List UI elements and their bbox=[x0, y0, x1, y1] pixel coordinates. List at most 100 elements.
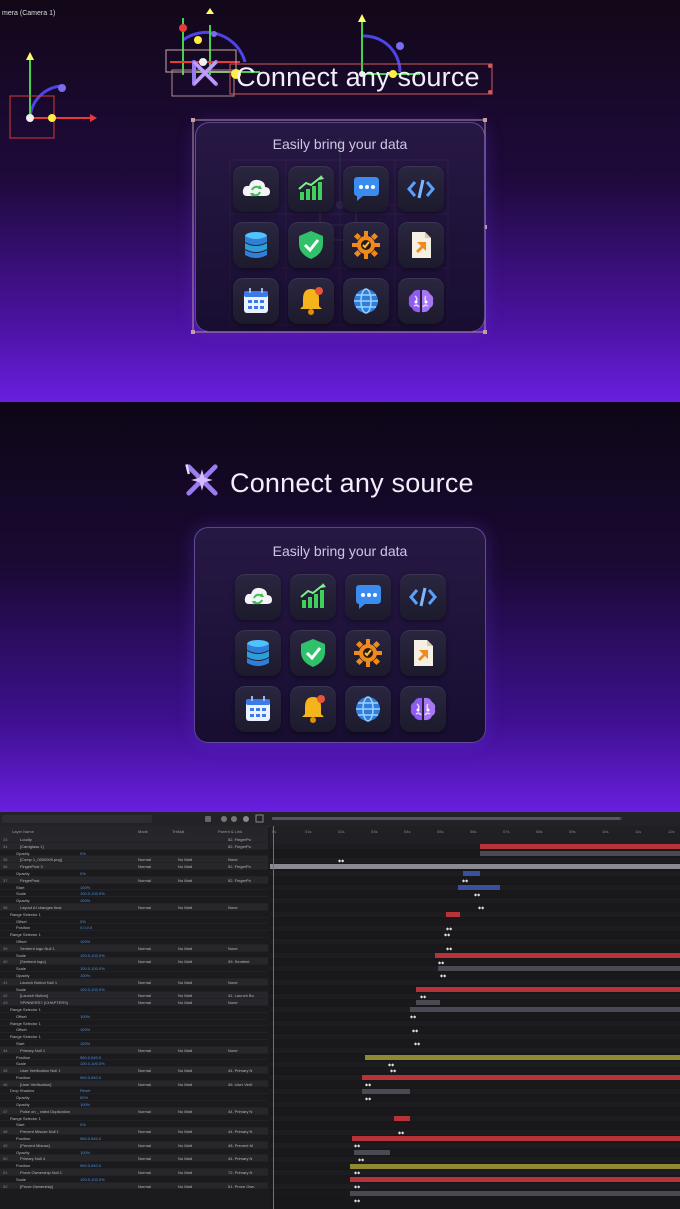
layer-duration-bar[interactable] bbox=[416, 986, 680, 992]
keyframe-marker[interactable]: ◆◆ bbox=[354, 1143, 360, 1148]
property-row[interactable]: Opacity 100% bbox=[0, 1101, 268, 1108]
blend-mode-select[interactable]: Normal bbox=[138, 993, 151, 998]
keyframe-marker[interactable]: ◆◆ bbox=[358, 1157, 364, 1162]
blend-mode-select[interactable]: Normal bbox=[138, 1170, 151, 1175]
blend-mode-select[interactable]: Normal bbox=[138, 1129, 151, 1134]
keyframe-marker[interactable]: ◆◆ bbox=[412, 1028, 418, 1033]
property-value[interactable]: 0% bbox=[80, 1122, 86, 1127]
property-row[interactable]: Range Selector 1 bbox=[0, 1033, 268, 1040]
layer-duration-bar[interactable] bbox=[446, 912, 460, 917]
layer-track[interactable] bbox=[270, 1109, 680, 1115]
property-value[interactable]: 100% bbox=[80, 1150, 90, 1155]
parent-select[interactable]: 39. Sentient bbox=[228, 959, 249, 964]
keyframe-marker[interactable]: ◆◆ bbox=[446, 926, 452, 931]
property-value[interactable]: 100.0,100.0% bbox=[80, 966, 105, 971]
blend-mode-select[interactable]: Normal bbox=[138, 946, 151, 951]
property-value[interactable]: 100% bbox=[80, 1027, 90, 1032]
layer-track[interactable] bbox=[270, 1116, 680, 1121]
track-matte-select[interactable]: No Matt bbox=[178, 1129, 192, 1134]
layer-row[interactable]: 48 Prevent Misuse Null 1 Normal No Matt 44. … bbox=[0, 1128, 268, 1136]
track-matte-select[interactable]: No Matt bbox=[178, 1143, 192, 1148]
layer-row[interactable]: 34 [Cardglass 1] 52. FingerPo bbox=[0, 842, 268, 850]
layer-duration-bar[interactable] bbox=[438, 966, 680, 972]
layer-track[interactable] bbox=[270, 1184, 680, 1189]
property-row[interactable]: Offset 100% bbox=[0, 1013, 268, 1020]
layer-row[interactable]: 40 [Sentient logo] Normal No Matt 39. Sentie… bbox=[0, 958, 268, 966]
keyframe-marker[interactable]: ◆◆ bbox=[414, 1041, 420, 1046]
parent-select[interactable]: None bbox=[228, 980, 238, 985]
layer-duration-bar[interactable] bbox=[354, 1150, 390, 1155]
layer-duration-bar[interactable] bbox=[362, 1088, 410, 1094]
blend-mode-select[interactable]: Normal bbox=[138, 905, 151, 910]
track-matte-select[interactable]: No Matt bbox=[178, 1068, 192, 1073]
blend-mode-select[interactable]: Normal bbox=[138, 980, 151, 985]
property-value[interactable]: 50% bbox=[80, 1095, 88, 1100]
property-value[interactable]: 960.0,540.0 bbox=[80, 1136, 101, 1141]
keyframe-marker[interactable]: ◆◆ bbox=[440, 973, 446, 978]
layer-duration-bar[interactable] bbox=[435, 952, 680, 958]
layer-duration-bar[interactable] bbox=[463, 871, 480, 877]
layer-track[interactable] bbox=[270, 946, 680, 951]
blend-mode-select[interactable]: Normal bbox=[138, 864, 151, 869]
layer-duration-bar[interactable] bbox=[270, 864, 680, 870]
property-row[interactable]: Range Selector 1 bbox=[0, 1115, 268, 1122]
property-row[interactable]: Scale 100.0,100.0% bbox=[0, 952, 268, 959]
timeline-panel[interactable]: Layer Name Mode TrkMat Parent & Link 0s 0… bbox=[0, 812, 680, 1209]
keyframe-marker[interactable]: ◆◆ bbox=[365, 1096, 371, 1101]
layer-track[interactable] bbox=[270, 993, 680, 999]
property-row[interactable]: Scale 100.0,100.0% bbox=[0, 890, 268, 898]
layer-row[interactable]: 47 Pulse on _ rated Duplication Normal No M… bbox=[0, 1107, 268, 1115]
property-value[interactable]: 100% bbox=[80, 973, 90, 978]
layer-row[interactable]: 38 Layout AI changes final Normal No Matt No… bbox=[0, 903, 268, 911]
track-matte-select[interactable]: No Matt bbox=[178, 1000, 192, 1005]
property-value[interactable]: 0% bbox=[80, 919, 86, 924]
blend-mode-select[interactable]: Normal bbox=[138, 1000, 151, 1005]
layer-track[interactable] bbox=[270, 959, 680, 965]
track-matte-select[interactable]: No Matt bbox=[178, 878, 192, 883]
keyframe-marker[interactable]: ◆◆ bbox=[354, 1170, 360, 1175]
property-row[interactable]: Opacity 100% bbox=[0, 897, 268, 904]
layer-duration-bar[interactable] bbox=[365, 1054, 680, 1060]
layer-row[interactable]: 51 Prove Ownership Null 1 Normal No Matt 72.… bbox=[0, 1169, 268, 1176]
layer-track[interactable] bbox=[270, 1000, 680, 1006]
layer-duration-bar[interactable] bbox=[362, 1075, 680, 1081]
layer-row[interactable]: 37 FingerPost Normal No Matt 52. FingerPo bbox=[0, 876, 268, 884]
property-value[interactable]: 100.0,100.0% bbox=[80, 987, 105, 992]
layer-track[interactable] bbox=[270, 857, 680, 863]
blend-mode-select[interactable]: Normal bbox=[138, 959, 151, 964]
timeline-toolbar[interactable] bbox=[0, 812, 680, 827]
track-matte-select[interactable]: No Matt bbox=[178, 959, 192, 964]
layer-duration-bar[interactable] bbox=[350, 1177, 680, 1183]
keyframe-marker[interactable]: ◆◆ bbox=[462, 878, 468, 883]
layer-row[interactable]: 42 [Launch Button] Normal No Matt 41. Launch… bbox=[0, 992, 268, 1000]
layer-duration-bar[interactable] bbox=[416, 1000, 440, 1006]
layer-track[interactable] bbox=[270, 1020, 680, 1026]
parent-select[interactable]: 44. Primary N bbox=[228, 1068, 252, 1073]
blend-mode-select[interactable]: Normal bbox=[138, 1082, 151, 1087]
layer-track[interactable] bbox=[270, 1088, 680, 1094]
layer-row[interactable]: 49 [Prevent Misuse] Normal No Matt 48. Preve… bbox=[0, 1141, 268, 1149]
parent-select[interactable]: 48. Prevent M bbox=[228, 1143, 253, 1148]
property-row[interactable]: Opacity 0% bbox=[0, 870, 268, 877]
property-row[interactable]: Scale 100.0,100.0% bbox=[0, 986, 268, 993]
layer-row[interactable]: 41 Launch Button Null 1 Normal No Matt None bbox=[0, 978, 268, 986]
property-row[interactable]: Position 960.0,540.0 bbox=[0, 1054, 268, 1061]
layer-track[interactable] bbox=[270, 898, 680, 904]
layer-duration-bar[interactable] bbox=[350, 1163, 680, 1169]
property-row[interactable]: Offset 0% bbox=[0, 918, 268, 925]
property-value[interactable]: 960.0,540.0 bbox=[80, 1055, 101, 1060]
time-ruler[interactable]: 0s 01s 02s 03s 04s 05s 06s 07s 08s 09s 10s 11s 12s bbox=[270, 826, 680, 844]
layer-row[interactable]: 43 SPINNERS? (CHAPTERS) Normal No Matt None bbox=[0, 999, 268, 1006]
track-matte-select[interactable]: No Matt bbox=[178, 1170, 192, 1175]
layer-track[interactable] bbox=[270, 1027, 680, 1033]
keyframe-marker[interactable]: ◆◆ bbox=[438, 960, 444, 965]
parent-select[interactable]: None bbox=[228, 905, 238, 910]
camera-gizmo-left[interactable] bbox=[9, 52, 97, 139]
property-value[interactable]: 100.0,100.0% bbox=[80, 891, 105, 896]
keyframe-marker[interactable]: ◆◆ bbox=[478, 905, 484, 910]
property-row[interactable]: Range Selector 1 bbox=[0, 1020, 268, 1027]
property-value[interactable]: 100% bbox=[80, 898, 90, 903]
layer-row[interactable]: 50 Primary Null 4 Normal No Matt 44. Primary… bbox=[0, 1155, 268, 1163]
layer-track[interactable] bbox=[270, 1170, 680, 1176]
layer-row[interactable]: 36 FingerPost 3 Normal No Matt 52. FingerPo bbox=[0, 863, 268, 870]
